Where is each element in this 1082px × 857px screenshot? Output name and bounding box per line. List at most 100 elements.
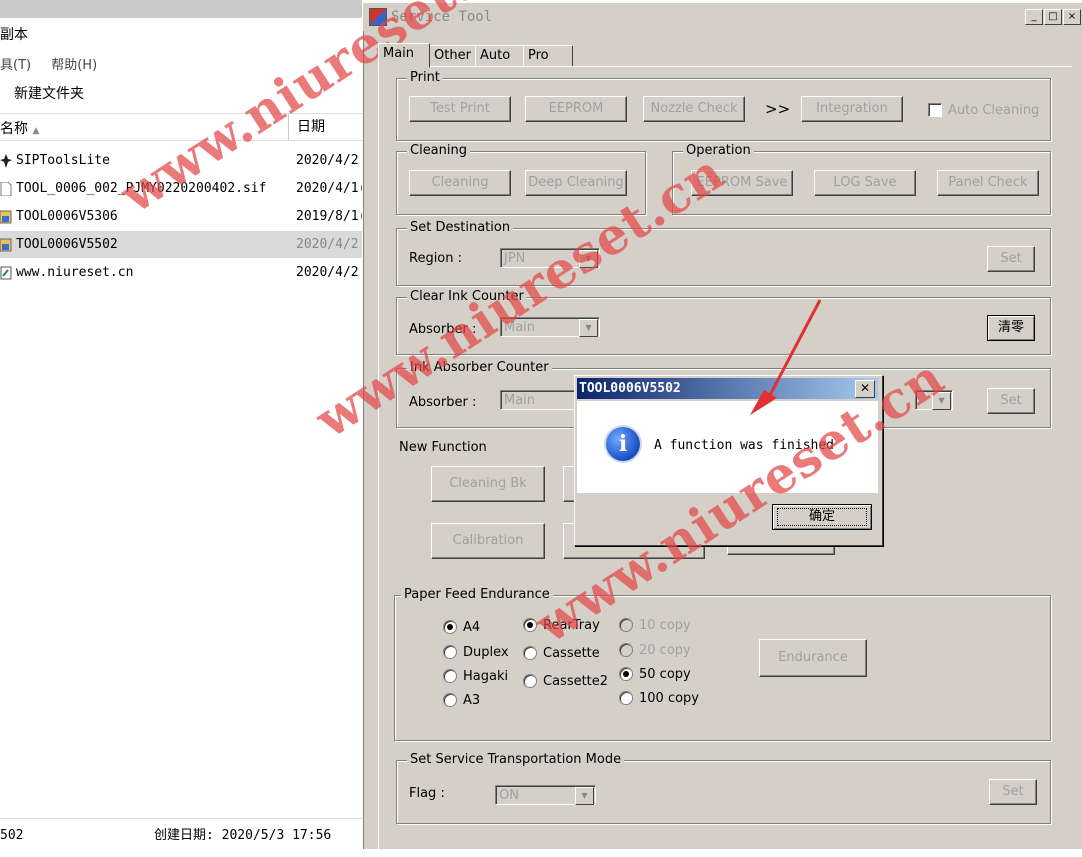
absorber-label: Absorber : xyxy=(409,395,477,410)
size-a3-label: A3 xyxy=(463,693,481,708)
endurance-button[interactable]: Endurance xyxy=(759,639,867,677)
flag-select[interactable]: ON ▼ xyxy=(495,785,596,805)
group-title: Set Destination xyxy=(407,220,514,235)
column-date[interactable]: 日期 xyxy=(288,114,325,140)
explorer-menubar: 具(T) 帮助(H) xyxy=(0,54,113,73)
copy-10-label: 10 copy xyxy=(639,618,691,633)
test-print-button[interactable]: Test Print xyxy=(409,96,511,122)
tab-auto[interactable]: Auto xyxy=(475,45,524,67)
integration-button[interactable]: Integration xyxy=(801,96,903,122)
file-row-selected[interactable]: TOOL0006V5502 2020/4/2 xyxy=(0,231,362,258)
file-name: SIPToolsLite xyxy=(16,153,110,168)
print-group: Print Test Print EEPROM Nozzle Check >> … xyxy=(396,70,1051,141)
region-select[interactable]: JPN ▼ xyxy=(500,248,600,268)
size-a3-radio[interactable] xyxy=(443,693,457,707)
message-dialog: TOOL0006V5502 ✕ i A function was finishe… xyxy=(574,375,883,546)
file-name: TOOL0006V5306 xyxy=(16,209,118,224)
file-date: 2020/4/2 xyxy=(296,265,359,280)
nozzle-check-button[interactable]: Nozzle Check xyxy=(643,96,745,122)
ok-button[interactable]: 确定 xyxy=(772,504,872,530)
file-date: 2020/4/2 xyxy=(296,237,359,252)
clear-counter-button[interactable]: 清零 xyxy=(987,315,1035,341)
ok-label: 确定 xyxy=(808,509,835,524)
eeprom-save-button[interactable]: EEPROM Save xyxy=(691,170,793,196)
operation-group: Operation EEPROM Save LOG Save Panel Che… xyxy=(672,143,1051,215)
minimize-button[interactable]: _ xyxy=(1025,9,1043,25)
service-tool-titlebar: Service Tool _ □ × xyxy=(363,3,1082,31)
tab-pro[interactable]: Pro xyxy=(523,45,573,67)
column-name[interactable]: 名称 ▲ xyxy=(0,118,39,138)
set-destination-group: Set Destination Region : JPN ▼ Set xyxy=(396,220,1051,286)
copy-50-radio[interactable] xyxy=(619,667,633,681)
app-icon xyxy=(369,8,387,26)
source-reartray-radio[interactable] xyxy=(523,618,537,632)
file-icon xyxy=(0,182,12,196)
set-transport-button[interactable]: Set xyxy=(989,779,1037,805)
set-destination-button[interactable]: Set xyxy=(987,246,1035,272)
file-date: 2019/8/1( xyxy=(296,209,367,224)
chevron-down-icon: ▼ xyxy=(932,392,951,410)
size-a4-radio[interactable] xyxy=(443,620,457,634)
region-label: Region : xyxy=(409,251,463,266)
region-value: JPN xyxy=(504,251,526,266)
arrows-label: >> xyxy=(765,100,791,118)
window-title: Service Tool xyxy=(391,9,493,25)
file-row[interactable]: TOOL0006V5306 2019/8/1( xyxy=(0,203,366,230)
source-cassette-radio[interactable] xyxy=(523,646,537,660)
menu-help[interactable]: 帮助(H) xyxy=(51,58,97,73)
explorer-title-fragment: 副本 xyxy=(0,27,28,43)
maximize-button[interactable]: □ xyxy=(1044,9,1062,25)
source-reartray-label: RearTray xyxy=(543,618,600,633)
new-function-label: New Function xyxy=(399,440,487,455)
transportation-mode-group: Set Service Transportation Mode Flag : O… xyxy=(396,752,1051,824)
absorber-value: Main xyxy=(504,320,536,335)
cleaning-button[interactable]: Cleaning xyxy=(409,170,511,196)
close-icon: ✕ xyxy=(859,381,871,395)
tab-other[interactable]: Other xyxy=(429,45,477,67)
file-list-header: 名称 ▲ 日期 xyxy=(0,113,362,141)
dialog-message: A function was finished xyxy=(654,438,835,453)
file-date: 2020/4/1( xyxy=(296,181,367,196)
source-cassette2-label: Cassette2 xyxy=(543,674,609,689)
set-absorber-button[interactable]: Set xyxy=(987,388,1035,414)
tool-icon xyxy=(0,238,12,252)
file-row[interactable]: SIPToolsLite 2020/4/2 xyxy=(0,147,362,174)
source-cassette2-radio[interactable] xyxy=(523,674,537,688)
absorber-value: Main xyxy=(504,393,536,408)
dialog-title: TOOL0006V5502 xyxy=(579,381,681,396)
explorer-title-strip xyxy=(0,0,362,18)
menu-tools[interactable]: 具(T) xyxy=(0,58,31,73)
copy-20-radio[interactable] xyxy=(619,643,633,657)
auto-cleaning-checkbox[interactable] xyxy=(928,103,942,117)
tool-icon xyxy=(0,210,12,224)
log-save-button[interactable]: LOG Save xyxy=(814,170,916,196)
file-row[interactable]: www.niureset.cn 2020/4/2 xyxy=(0,259,362,286)
group-title: Clear Ink Counter xyxy=(407,289,527,304)
file-explorer-window: 副本 具(T) 帮助(H) 新建文件夹 名称 ▲ 日期 SIPToolsLite… xyxy=(0,0,366,849)
cleaning-bk-button[interactable]: Cleaning Bk xyxy=(431,466,545,502)
copy-10-radio[interactable] xyxy=(619,618,633,632)
size-hagaki-radio[interactable] xyxy=(443,669,457,683)
copy-100-radio[interactable] xyxy=(619,691,633,705)
new-folder-button[interactable]: 新建文件夹 xyxy=(14,83,84,103)
file-date: 2020/4/2 xyxy=(296,153,359,168)
eeprom-button[interactable]: EEPROM xyxy=(525,96,627,122)
calibration-button[interactable]: Calibration xyxy=(431,523,545,559)
file-row[interactable]: TOOL_0006_002_PJMY0220200402.sif 2020/4/… xyxy=(0,175,366,202)
chevron-down-icon: ▼ xyxy=(575,787,594,805)
shortcut-icon xyxy=(0,266,12,280)
absorber-select[interactable]: Main ▼ xyxy=(500,317,600,337)
flag-label: Flag : xyxy=(409,786,445,801)
copy-50-label: 50 copy xyxy=(639,667,691,682)
maximize-icon: □ xyxy=(1048,11,1058,22)
size-duplex-radio[interactable] xyxy=(443,645,457,659)
close-button[interactable]: × xyxy=(1063,9,1081,25)
tab-main[interactable]: Main xyxy=(378,43,430,68)
absorber-value-select[interactable]: ▼ xyxy=(915,390,953,410)
deep-cleaning-button[interactable]: Deep Cleaning xyxy=(525,170,627,196)
copy-100-label: 100 copy xyxy=(639,691,699,706)
cleaning-group: Cleaning Cleaning Deep Cleaning xyxy=(396,143,646,215)
dialog-close-button[interactable]: ✕ xyxy=(855,380,875,398)
dialog-body: i A function was finished xyxy=(577,401,878,493)
panel-check-button[interactable]: Panel Check xyxy=(937,170,1039,196)
